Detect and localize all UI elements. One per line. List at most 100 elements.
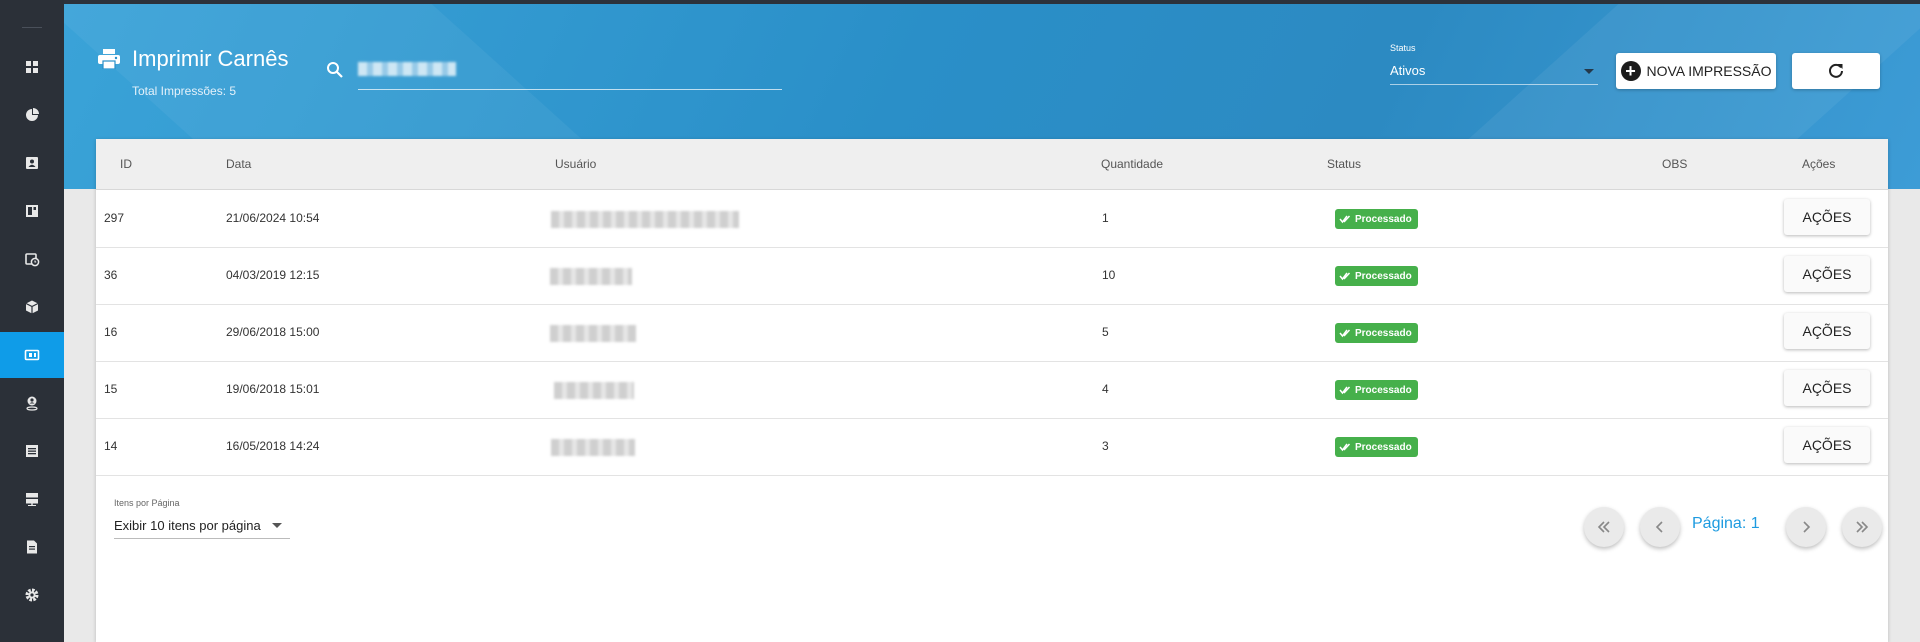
row-id: 14 (104, 439, 118, 453)
table-row: 297 21/06/2024 10:54 1 Processado AÇÕES (96, 190, 1888, 248)
status-badge-label: Processado (1355, 213, 1412, 225)
status-badge: Processado (1335, 209, 1418, 229)
sidebar-divider (22, 27, 42, 28)
actions-button[interactable]: AÇÕES (1784, 427, 1870, 463)
search-input-value-redacted (358, 62, 456, 76)
previous-page-button[interactable] (1640, 507, 1680, 547)
row-date: 16/05/2018 14:24 (226, 439, 320, 453)
table-row: 15 19/06/2018 15:01 4 Processado AÇÕES (96, 361, 1888, 419)
search-input[interactable] (358, 89, 782, 90)
next-page-button[interactable] (1786, 507, 1826, 547)
row-id: 36 (104, 268, 118, 282)
contact-card-icon (26, 157, 38, 169)
dashboard-icon (26, 61, 38, 73)
row-quantity: 5 (1102, 325, 1109, 339)
sidebar-item-carnes[interactable] (0, 332, 64, 378)
page-title: Imprimir Carnês (132, 46, 289, 71)
actions-button[interactable]: AÇÕES (1784, 256, 1870, 292)
status-filter-value: Ativos (1390, 63, 1426, 78)
document-icon (27, 540, 37, 554)
layout-icon (26, 205, 38, 217)
sidebar-item-schedule[interactable] (0, 236, 64, 282)
refresh-button[interactable] (1792, 53, 1880, 89)
row-quantity: 10 (1102, 268, 1116, 282)
items-per-page-label: Itens por Página (114, 498, 180, 508)
sidebar-item-packages[interactable] (0, 284, 64, 330)
status-badge: Processado (1335, 266, 1418, 286)
row-quantity: 1 (1102, 211, 1109, 225)
first-page-button[interactable] (1584, 507, 1624, 547)
total-impressions: Total Impressões: 5 (132, 84, 237, 98)
row-date: 04/03/2019 12:15 (226, 268, 320, 282)
sidebar-item-list[interactable] (0, 428, 64, 474)
items-per-page-value: Exibir 10 itens por página (114, 518, 261, 533)
sidebar-item-charts[interactable] (0, 92, 64, 138)
items-per-page-select[interactable]: Exibir 10 itens por página (114, 512, 290, 539)
status-badge: Processado (1335, 437, 1418, 457)
actions-button[interactable]: AÇÕES (1784, 313, 1870, 349)
search-icon[interactable] (326, 61, 344, 79)
table-header: ID Data Usuário Quantidade Status OBS Aç… (96, 139, 1888, 190)
row-id: 16 (104, 325, 118, 339)
calendar-clock-icon (25, 253, 40, 267)
printer-icon (98, 49, 120, 69)
chevron-right-icon (1803, 521, 1811, 533)
column-header-obs[interactable]: OBS (1662, 157, 1687, 171)
server-icon (26, 493, 38, 506)
row-user-redacted (551, 439, 635, 456)
chevron-down-icon (272, 523, 282, 528)
sidebar-item-documents[interactable] (0, 524, 64, 570)
double-check-icon (1339, 272, 1351, 281)
location-person-icon (26, 396, 38, 411)
double-check-icon (1339, 329, 1351, 338)
column-header-id[interactable]: ID (120, 157, 132, 171)
column-header-date[interactable]: Data (226, 157, 251, 171)
row-id: 297 (104, 211, 125, 225)
actions-button[interactable]: AÇÕES (1784, 199, 1870, 235)
table-row: 36 04/03/2019 12:15 10 Processado AÇÕES (96, 247, 1888, 305)
chevron-left-icon (1655, 521, 1663, 533)
status-badge-label: Processado (1355, 384, 1412, 396)
sidebar-item-locations[interactable] (0, 380, 64, 426)
sidebar-item-dashboard[interactable] (0, 44, 64, 90)
row-date: 29/06/2018 15:00 (226, 325, 320, 339)
double-check-icon (1339, 386, 1351, 395)
row-user-redacted (554, 382, 634, 399)
status-filter-label: Status (1390, 43, 1416, 53)
table-row: 16 29/06/2018 15:00 5 Processado AÇÕES (96, 304, 1888, 362)
status-badge-label: Processado (1355, 270, 1412, 282)
sidebar-item-layout[interactable] (0, 188, 64, 234)
double-check-icon (1339, 443, 1351, 452)
double-check-icon (1339, 215, 1351, 224)
row-user-redacted (550, 268, 632, 285)
impressions-table-card: ID Data Usuário Quantidade Status OBS Aç… (96, 139, 1888, 642)
new-print-button[interactable]: + NOVA IMPRESSÃO (1616, 53, 1776, 89)
page-title-group: Imprimir Carnês (98, 46, 288, 72)
column-header-status[interactable]: Status (1327, 157, 1361, 171)
actions-button[interactable]: AÇÕES (1784, 370, 1870, 406)
refresh-icon (1829, 63, 1843, 78)
row-quantity: 4 (1102, 382, 1109, 396)
new-print-button-label: NOVA IMPRESSÃO (1646, 63, 1772, 79)
row-date: 21/06/2024 10:54 (226, 211, 320, 225)
sidebar (0, 0, 64, 642)
sidebar-item-servers[interactable] (0, 476, 64, 522)
column-header-quantity[interactable]: Quantidade (1101, 157, 1163, 171)
double-chevron-right-icon (1856, 521, 1869, 533)
status-badge-label: Processado (1355, 441, 1412, 453)
status-filter-select[interactable]: Ativos (1390, 58, 1598, 85)
row-id: 15 (104, 382, 118, 396)
current-page-label: Página: 1 (1692, 515, 1760, 532)
pie-chart-icon (26, 108, 39, 121)
row-user-redacted (550, 325, 636, 342)
status-badge: Processado (1335, 323, 1418, 343)
last-page-button[interactable] (1842, 507, 1882, 547)
column-header-user[interactable]: Usuário (555, 157, 596, 171)
chevron-down-icon (1584, 69, 1594, 74)
table-row: 14 16/05/2018 14:24 3 Processado AÇÕES (96, 418, 1888, 476)
settings-icon (25, 588, 39, 602)
sidebar-item-settings[interactable] (0, 572, 64, 618)
carne-icon (24, 349, 40, 361)
double-chevron-left-icon (1597, 521, 1610, 533)
sidebar-item-contacts[interactable] (0, 140, 64, 186)
